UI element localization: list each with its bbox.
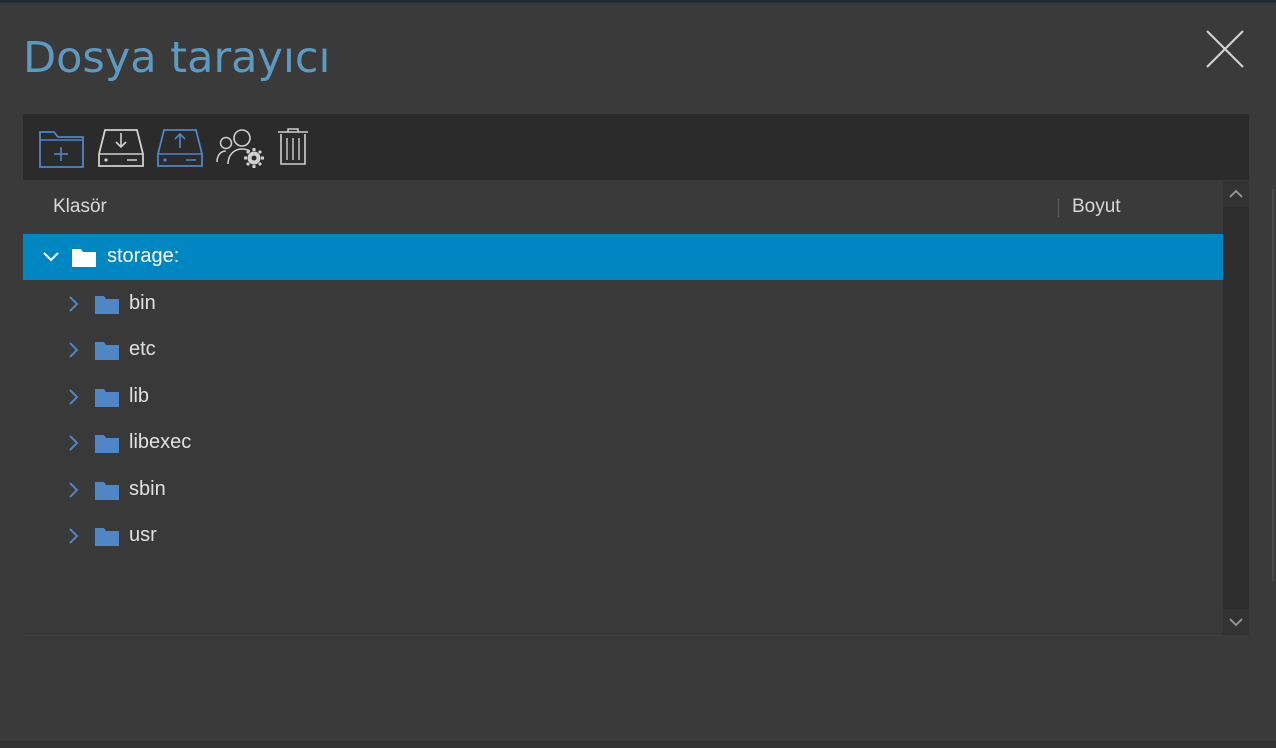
chevron-right-icon[interactable] <box>64 294 84 314</box>
window-edge <box>1272 189 1274 581</box>
folder-icon <box>95 482 119 500</box>
column-header-size[interactable]: Boyut <box>1072 196 1121 218</box>
column-separator[interactable] <box>1058 199 1059 217</box>
file-browser-dialog: Dosya tarayıcı Klasör Boyut storage: bin… <box>0 0 1276 748</box>
tree-row-usr[interactable]: usr <box>23 513 1223 559</box>
tree-row-lib[interactable]: lib <box>23 374 1223 420</box>
drive-upload-icon <box>157 129 203 167</box>
folder-icon <box>95 435 119 453</box>
dialog-title: Dosya tarayıcı <box>23 33 331 83</box>
tree-row-sbin[interactable]: sbin <box>23 467 1223 513</box>
tree-row-storage[interactable]: storage: <box>23 234 1223 280</box>
folder-icon <box>72 249 96 267</box>
chevron-up-icon <box>1229 189 1243 198</box>
tree-row-etc[interactable]: etc <box>23 327 1223 373</box>
chevron-down-icon <box>1229 618 1243 627</box>
upload-button[interactable] <box>156 126 204 170</box>
new-folder-button[interactable] <box>38 126 86 170</box>
tree-row-label: sbin <box>129 478 166 500</box>
chevron-right-icon[interactable] <box>64 387 84 407</box>
chevron-right-icon[interactable] <box>64 340 84 360</box>
download-button[interactable] <box>97 126 145 170</box>
table-bottom-border <box>23 635 1223 636</box>
tree-row-label: libexec <box>129 431 192 453</box>
chevron-right-icon[interactable] <box>64 433 84 453</box>
column-header-folder[interactable]: Klasör <box>53 196 107 218</box>
folder-icon <box>95 389 119 407</box>
drive-download-icon <box>98 129 144 167</box>
tree-row-label: etc <box>129 338 156 360</box>
folder-tree: Klasör Boyut storage: bin etc lib libexe… <box>23 181 1223 635</box>
toolbar <box>23 114 1249 180</box>
tree-row-label: bin <box>129 292 156 314</box>
close-icon <box>1206 30 1244 68</box>
folder-icon <box>95 342 119 360</box>
tree-row-label: usr <box>129 524 157 546</box>
users-gear-icon <box>216 129 264 168</box>
folder-icon <box>95 528 119 546</box>
chevron-right-icon[interactable] <box>64 526 84 546</box>
tree-row-label: storage: <box>107 245 180 267</box>
chevron-down-icon[interactable] <box>41 247 61 267</box>
chevron-right-icon[interactable] <box>64 480 84 500</box>
delete-button[interactable] <box>276 126 310 170</box>
folder-icon <box>95 296 119 314</box>
scroll-down-button[interactable] <box>1223 609 1249 635</box>
permissions-button[interactable] <box>216 126 266 170</box>
scroll-up-button[interactable] <box>1223 181 1249 207</box>
trash-icon <box>278 128 308 165</box>
tree-row-libexec[interactable]: libexec <box>23 420 1223 466</box>
table-header: Klasör Boyut <box>23 181 1223 233</box>
vertical-scrollbar[interactable] <box>1223 181 1249 635</box>
tree-row-bin[interactable]: bin <box>23 281 1223 327</box>
folder-plus-icon <box>39 131 84 168</box>
close-button[interactable] <box>1203 27 1247 71</box>
tree-row-label: lib <box>129 385 150 407</box>
